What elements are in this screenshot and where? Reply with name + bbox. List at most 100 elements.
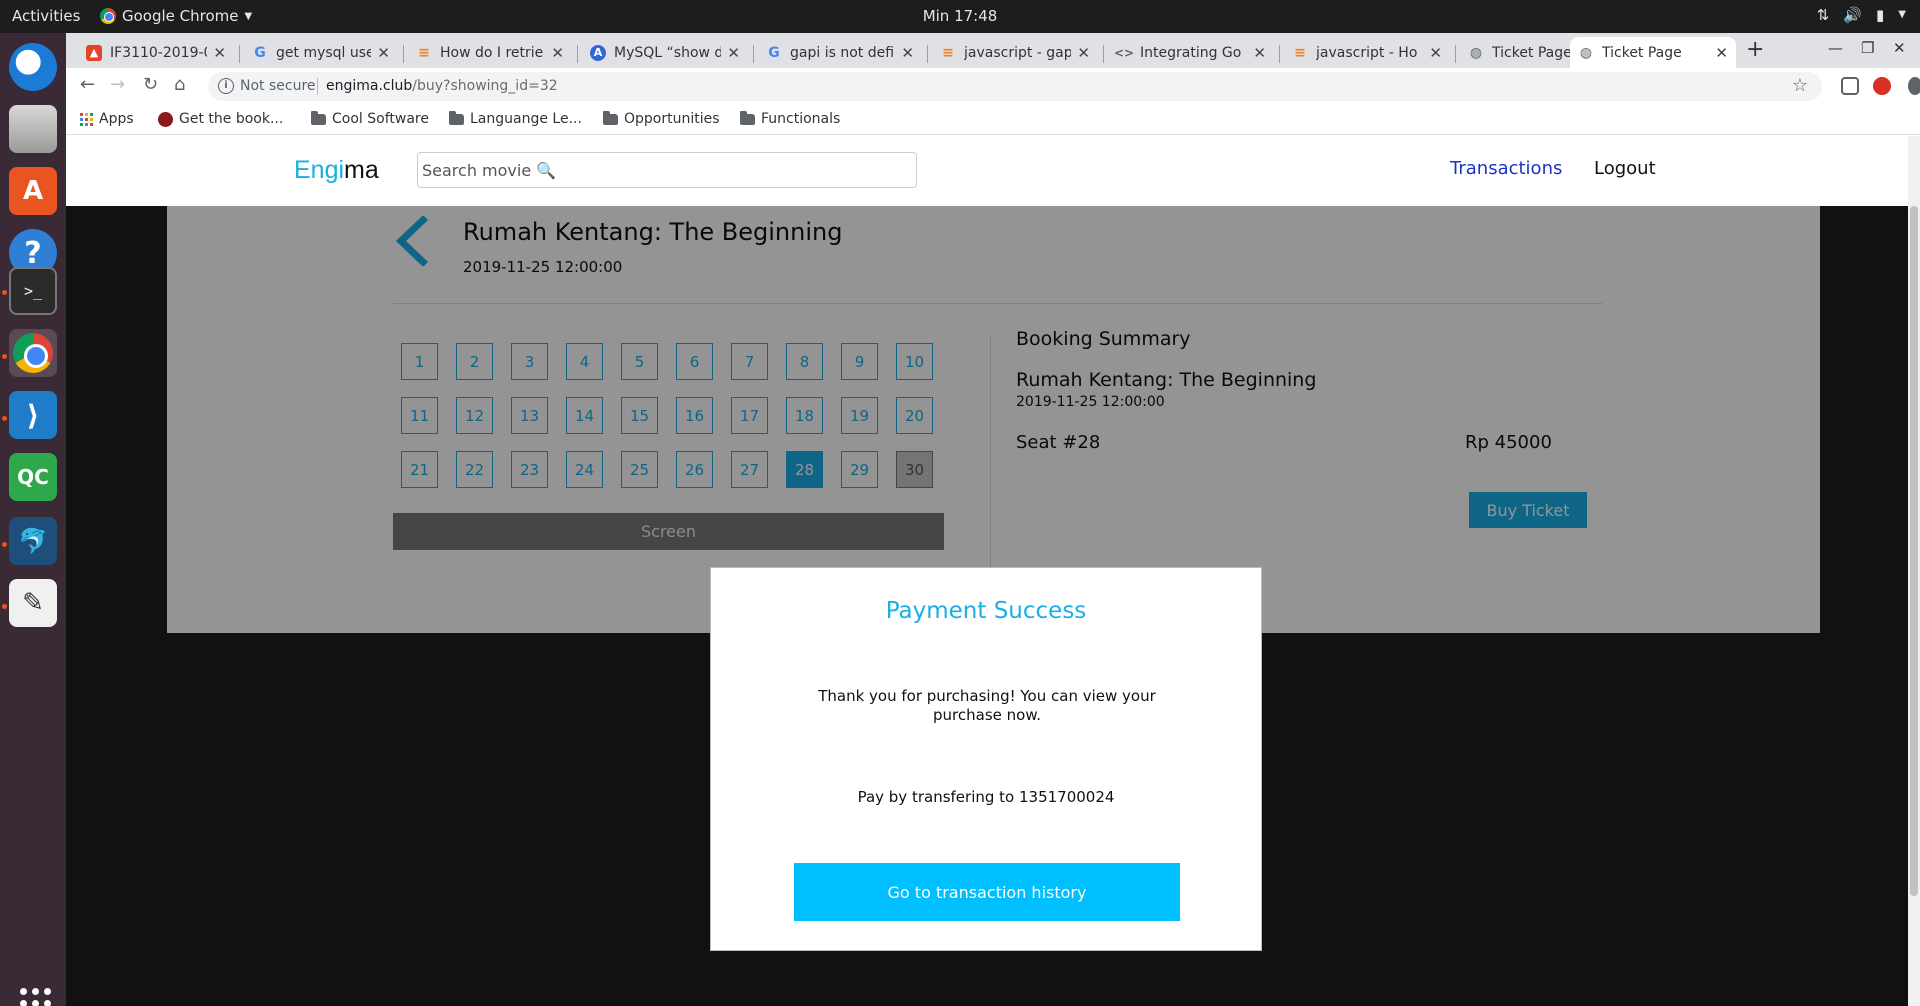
tab-title: gapi is not defi	[790, 44, 895, 61]
close-icon[interactable]: ✕	[1715, 44, 1728, 62]
tab-4[interactable]: A MySQL “show d ✕	[582, 37, 748, 68]
files-icon[interactable]	[9, 105, 57, 153]
profile-avatar[interactable]	[1908, 77, 1920, 95]
bookmark-favicon	[158, 111, 173, 127]
app-menu[interactable]: Google Chrome ▼	[100, 7, 252, 25]
maximize-button[interactable]: ❐	[1861, 39, 1874, 57]
close-icon[interactable]: ✕	[1253, 44, 1266, 62]
close-icon[interactable]: ✕	[1077, 44, 1090, 62]
browser-toolbar: ← → ↻ ⌂ i Not secure engima.club/buy?sho…	[66, 68, 1920, 105]
close-icon[interactable]: ✕	[727, 44, 740, 62]
tab-8[interactable]: ≡ javascript - Ho ✕	[1284, 37, 1450, 68]
bookmark-label: Languange Le...	[470, 111, 582, 127]
text-editor-icon[interactable]: ✎	[9, 579, 57, 627]
chrome-window: ▲ IF3110-2019-02 ✕ G get mysql user ✕ ≡ …	[66, 33, 1920, 1006]
terminal-icon[interactable]: >_	[9, 267, 57, 315]
vscode-icon[interactable]: ⟩	[9, 391, 57, 439]
close-icon[interactable]: ✕	[1429, 44, 1442, 62]
bookmark-folder-functionals[interactable]: Functionals	[740, 110, 841, 127]
new-tab-button[interactable]: +	[1746, 37, 1764, 62]
tab-7[interactable]: <> Integrating Go ✕	[1108, 37, 1274, 68]
tab-title: Integrating Go	[1140, 44, 1242, 61]
running-indicator	[2, 354, 7, 359]
tab-10-active[interactable]: ◍ Ticket Page ✕	[1570, 37, 1736, 68]
close-icon[interactable]: ✕	[551, 44, 564, 62]
globe-icon: ◍	[1579, 44, 1593, 61]
tab-5[interactable]: G gapi is not defi ✕	[758, 37, 922, 68]
payment-success-modal: Payment Success Thank you for purchasing…	[710, 567, 1262, 951]
modal-message: Thank you for purchasing! You can view y…	[818, 687, 1156, 724]
info-icon[interactable]: i	[218, 78, 234, 94]
url-text[interactable]: engima.club/buy?showing_id=32	[326, 78, 558, 94]
site-logo[interactable]: Engima	[294, 156, 379, 185]
bookmark-folder-languange[interactable]: Languange Le...	[449, 110, 582, 127]
tab-1[interactable]: ▲ IF3110-2019-02 ✕	[78, 37, 234, 68]
address-bar[interactable]: i Not secure engima.club/buy?showing_id=…	[208, 72, 1822, 101]
bookmark-label: Get the book...	[179, 111, 284, 127]
chevron-down-icon: ▼	[1898, 9, 1906, 20]
tab-3[interactable]: ≡ How do I retrie ✕	[408, 37, 572, 68]
system-tray[interactable]: ⇅ 🔊 ▮ ▼	[1817, 6, 1906, 24]
search-movie-input[interactable]	[417, 152, 917, 188]
bookmark-label: Cool Software	[332, 111, 429, 127]
url-host: engima.club	[326, 78, 413, 94]
home-button[interactable]: ⌂	[174, 74, 185, 95]
dock: A ? >_ ⟩ QC 🐬 ✎	[0, 33, 66, 1006]
back-button[interactable]: ←	[80, 74, 95, 95]
forward-button[interactable]: →	[110, 74, 125, 95]
clock[interactable]: Min 17:48	[923, 7, 998, 25]
bookmarks-bar: Apps Get the book... Cool Software Langu…	[66, 105, 1920, 135]
bookmark-folder-opportunities[interactable]: Opportunities	[603, 110, 720, 127]
close-icon[interactable]: ✕	[213, 44, 226, 62]
battery-icon: ▮	[1876, 6, 1885, 24]
mysql-workbench-icon[interactable]: 🐬	[9, 517, 57, 565]
bookmark-get-the-book[interactable]: Get the book...	[158, 111, 283, 127]
thunderbird-icon[interactable]	[9, 43, 57, 91]
tab-title: Ticket Page	[1602, 44, 1682, 61]
bookmark-label: Functionals	[761, 111, 841, 127]
bookmark-label: Apps	[99, 111, 134, 127]
close-icon[interactable]: ✕	[377, 44, 390, 62]
tab-title: How do I retrie	[440, 44, 544, 61]
folder-icon	[311, 110, 326, 125]
scrollbar-thumb[interactable]	[1910, 206, 1918, 896]
minimize-button[interactable]: —	[1828, 39, 1843, 57]
show-applications-icon[interactable]	[20, 988, 51, 1006]
tab-2[interactable]: G get mysql user ✕	[244, 37, 398, 68]
url-path: /buy?showing_id=32	[412, 78, 558, 94]
site-navbar: Engima Transactions Logout	[66, 136, 1919, 206]
nav-transactions-link[interactable]: Transactions	[1450, 158, 1562, 179]
globe-icon: ◍	[1469, 44, 1483, 61]
chrome-icon	[100, 8, 116, 24]
tab-title: javascript - Ho	[1316, 44, 1418, 61]
adblock-icon[interactable]	[1873, 77, 1891, 95]
bookmark-folder-cool-software[interactable]: Cool Software	[311, 110, 429, 127]
stackoverflow-icon: ≡	[418, 44, 430, 61]
running-indicator	[2, 416, 7, 421]
caret-down-icon: ▼	[244, 10, 253, 22]
reload-button[interactable]: ↻	[143, 74, 158, 95]
page-viewport: Engima Transactions Logout Rumah Kentang…	[66, 136, 1920, 1006]
activities-button[interactable]: Activities	[12, 7, 80, 25]
tab-title: javascript - gap	[964, 44, 1072, 61]
tab-6[interactable]: ≡ javascript - gap ✕	[932, 37, 1098, 68]
bookmark-star-icon[interactable]: ☆	[1792, 75, 1808, 96]
chrome-dock-icon[interactable]	[9, 329, 57, 377]
extension-icon[interactable]	[1841, 77, 1859, 95]
security-label: Not secure	[240, 78, 316, 94]
go-to-transaction-history-button[interactable]: Go to transaction history	[794, 863, 1180, 921]
software-center-icon[interactable]: A	[9, 167, 57, 215]
tab-title: IF3110-2019-02	[110, 44, 207, 61]
qc-icon[interactable]: QC	[9, 453, 57, 501]
network-icon: ⇅	[1816, 6, 1830, 24]
folder-icon	[449, 110, 464, 125]
bookmark-apps[interactable]: Apps	[80, 111, 134, 127]
page-scrollbar[interactable]	[1908, 136, 1920, 1006]
google-icon: G	[768, 44, 780, 61]
close-window-button[interactable]: ✕	[1893, 39, 1906, 57]
nav-logout-link[interactable]: Logout	[1594, 158, 1656, 179]
system-top-bar: Activities Google Chrome ▼ Min 17:48 ⇅ 🔊…	[0, 0, 1920, 33]
modal-title: Payment Success	[885, 598, 1087, 624]
close-icon[interactable]: ✕	[901, 44, 914, 62]
tab-strip: ▲ IF3110-2019-02 ✕ G get mysql user ✕ ≡ …	[66, 33, 1920, 68]
